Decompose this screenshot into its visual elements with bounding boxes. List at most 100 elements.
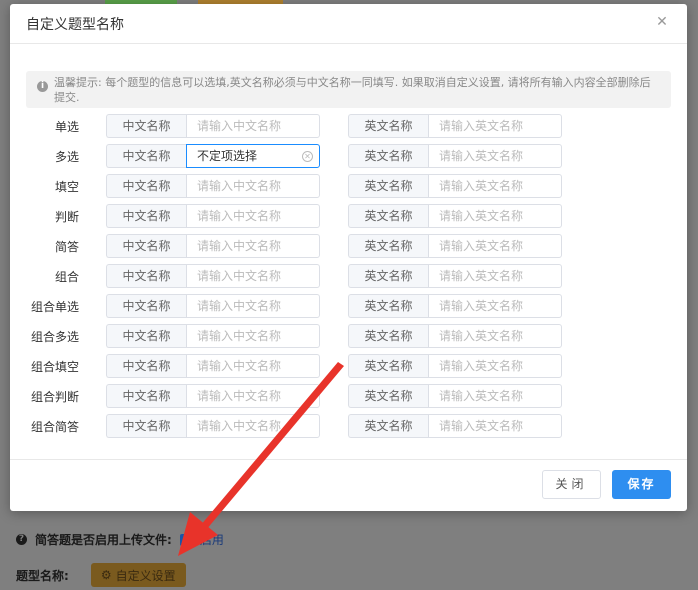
custom-settings-label: 自定义设置	[115, 568, 176, 583]
english-name-placeholder: 请输入英文名称	[439, 359, 524, 373]
english-name-input[interactable]: 请输入英文名称	[428, 174, 562, 198]
dialog-header: 自定义题型名称 ✕	[10, 4, 687, 44]
info-icon: i	[37, 81, 48, 92]
type-name-label: 题型名称:	[16, 568, 69, 583]
english-name-addon: 英文名称	[348, 144, 428, 168]
type-row: 填空 中文名称 请输入中文名称 英文名称 请输入英文名称	[10, 174, 687, 198]
chinese-name-addon: 中文名称	[106, 264, 186, 288]
upload-setting-row: ? 简答题是否启用上传文件: ✓ 启用	[16, 531, 224, 548]
english-name-input[interactable]: 请输入英文名称	[428, 114, 562, 138]
dialog-footer: 关闭 保存	[10, 459, 687, 511]
english-name-group: 英文名称 请输入英文名称	[348, 234, 562, 258]
tip-text: 温馨提示: 每个题型的信息可以选填,英文名称必须与中文名称一同填写. 如果取消自…	[54, 76, 651, 104]
english-name-input[interactable]: 请输入英文名称	[428, 384, 562, 408]
english-name-input[interactable]: 请输入英文名称	[428, 354, 562, 378]
english-name-placeholder: 请输入英文名称	[439, 299, 524, 313]
close-button[interactable]: 关闭	[542, 470, 601, 499]
chinese-name-group: 中文名称 请输入中文名称	[106, 324, 320, 348]
close-icon[interactable]: ✕	[655, 15, 669, 29]
chinese-name-addon: 中文名称	[106, 114, 186, 138]
english-name-group: 英文名称 请输入英文名称	[348, 384, 562, 408]
chinese-name-placeholder: 请输入中文名称	[197, 389, 282, 403]
type-label: 简答	[54, 240, 79, 254]
chinese-name-group: 中文名称 请输入中文名称	[106, 414, 320, 438]
english-name-addon: 英文名称	[348, 174, 428, 198]
chinese-name-input[interactable]: 请输入中文名称	[186, 414, 320, 438]
english-name-input[interactable]: 请输入英文名称	[428, 294, 562, 318]
type-row: 判断 中文名称 请输入中文名称 英文名称 请输入英文名称	[10, 204, 687, 228]
type-row: 组合单选 中文名称 请输入中文名称 英文名称 请输入英文名称	[10, 294, 687, 318]
english-name-placeholder: 请输入英文名称	[439, 209, 524, 223]
chinese-name-placeholder: 请输入中文名称	[197, 359, 282, 373]
english-name-group: 英文名称 请输入英文名称	[348, 294, 562, 318]
english-name-group: 英文名称 请输入英文名称	[348, 414, 562, 438]
english-name-placeholder: 请输入英文名称	[439, 119, 524, 133]
chinese-name-input[interactable]: 请输入中文名称	[186, 264, 320, 288]
chinese-name-input[interactable]: 请输入中文名称	[186, 204, 320, 228]
english-name-group: 英文名称 请输入英文名称	[348, 114, 562, 138]
english-name-input[interactable]: 请输入英文名称	[428, 324, 562, 348]
english-name-addon: 英文名称	[348, 294, 428, 318]
english-name-placeholder: 请输入英文名称	[439, 329, 524, 343]
english-name-placeholder: 请输入英文名称	[439, 269, 524, 283]
type-label: 组合填空	[30, 360, 79, 374]
clear-icon[interactable]: ✕	[302, 151, 313, 162]
chinese-name-addon: 中文名称	[106, 324, 186, 348]
enable-checkbox[interactable]: ✓	[179, 533, 192, 546]
chinese-name-placeholder: 请输入中文名称	[197, 179, 282, 193]
english-name-addon: 英文名称	[348, 234, 428, 258]
chinese-name-group: 中文名称 请输入中文名称	[106, 204, 320, 228]
chinese-name-input[interactable]: 请输入中文名称	[186, 384, 320, 408]
custom-settings-button[interactable]: ⚙ 自定义设置	[90, 563, 186, 587]
type-name-row: 题型名称: ⚙ 自定义设置	[16, 563, 186, 587]
chinese-name-input[interactable]: 请输入中文名称	[186, 114, 320, 138]
english-name-group: 英文名称 请输入英文名称	[348, 354, 562, 378]
chinese-name-input[interactable]: 不定项选择 ✕	[186, 144, 320, 168]
chinese-name-placeholder: 请输入中文名称	[197, 209, 282, 223]
english-name-addon: 英文名称	[348, 414, 428, 438]
type-row: 组合简答 中文名称 请输入中文名称 英文名称 请输入英文名称	[10, 414, 687, 438]
type-row: 多选 中文名称 不定项选择 ✕ 英文名称 请输入英文名称	[10, 144, 687, 168]
english-name-input[interactable]: 请输入英文名称	[428, 234, 562, 258]
type-label: 单选	[54, 120, 79, 134]
chinese-name-input[interactable]: 请输入中文名称	[186, 234, 320, 258]
english-name-input[interactable]: 请输入英文名称	[428, 414, 562, 438]
chinese-name-value: 不定项选择	[197, 149, 258, 163]
chinese-name-placeholder: 请输入中文名称	[197, 239, 282, 253]
english-name-group: 英文名称 请输入英文名称	[348, 264, 562, 288]
chinese-name-placeholder: 请输入中文名称	[197, 419, 282, 433]
english-name-placeholder: 请输入英文名称	[439, 419, 524, 433]
tip-box: i 温馨提示: 每个题型的信息可以选填,英文名称必须与中文名称一同填写. 如果取…	[26, 71, 671, 108]
english-name-input[interactable]: 请输入英文名称	[428, 264, 562, 288]
chinese-name-input[interactable]: 请输入中文名称	[186, 294, 320, 318]
english-name-placeholder: 请输入英文名称	[439, 179, 524, 193]
chinese-name-placeholder: 请输入中文名称	[197, 119, 282, 133]
upload-question-label: 简答题是否启用上传文件:	[35, 533, 172, 547]
type-row: 组合多选 中文名称 请输入中文名称 英文名称 请输入英文名称	[10, 324, 687, 348]
gear-icon: ⚙	[100, 568, 112, 582]
type-row: 单选 中文名称 请输入中文名称 英文名称 请输入英文名称	[10, 114, 687, 138]
chinese-name-input[interactable]: 请输入中文名称	[186, 354, 320, 378]
english-name-input[interactable]: 请输入英文名称	[428, 144, 562, 168]
chinese-name-group: 中文名称 请输入中文名称	[106, 354, 320, 378]
type-label: 组合多选	[30, 330, 79, 344]
dialog-title: 自定义题型名称	[26, 16, 124, 33]
chinese-name-addon: 中文名称	[106, 414, 186, 438]
chinese-name-input[interactable]: 请输入中文名称	[186, 324, 320, 348]
chinese-name-addon: 中文名称	[106, 174, 186, 198]
type-label: 组合判断	[30, 390, 79, 404]
type-label: 组合	[54, 270, 79, 284]
chinese-name-group: 中文名称 请输入中文名称	[106, 234, 320, 258]
save-button[interactable]: 保存	[612, 470, 671, 499]
english-name-addon: 英文名称	[348, 204, 428, 228]
english-name-group: 英文名称 请输入英文名称	[348, 174, 562, 198]
english-name-input[interactable]: 请输入英文名称	[428, 204, 562, 228]
chinese-name-addon: 中文名称	[106, 234, 186, 258]
chinese-name-input[interactable]: 请输入中文名称	[186, 174, 320, 198]
english-name-addon: 英文名称	[348, 384, 428, 408]
english-name-group: 英文名称 请输入英文名称	[348, 324, 562, 348]
type-row: 组合判断 中文名称 请输入中文名称 英文名称 请输入英文名称	[10, 384, 687, 408]
chinese-name-group: 中文名称 请输入中文名称	[106, 264, 320, 288]
chinese-name-addon: 中文名称	[106, 144, 186, 168]
help-icon: ?	[16, 534, 27, 545]
